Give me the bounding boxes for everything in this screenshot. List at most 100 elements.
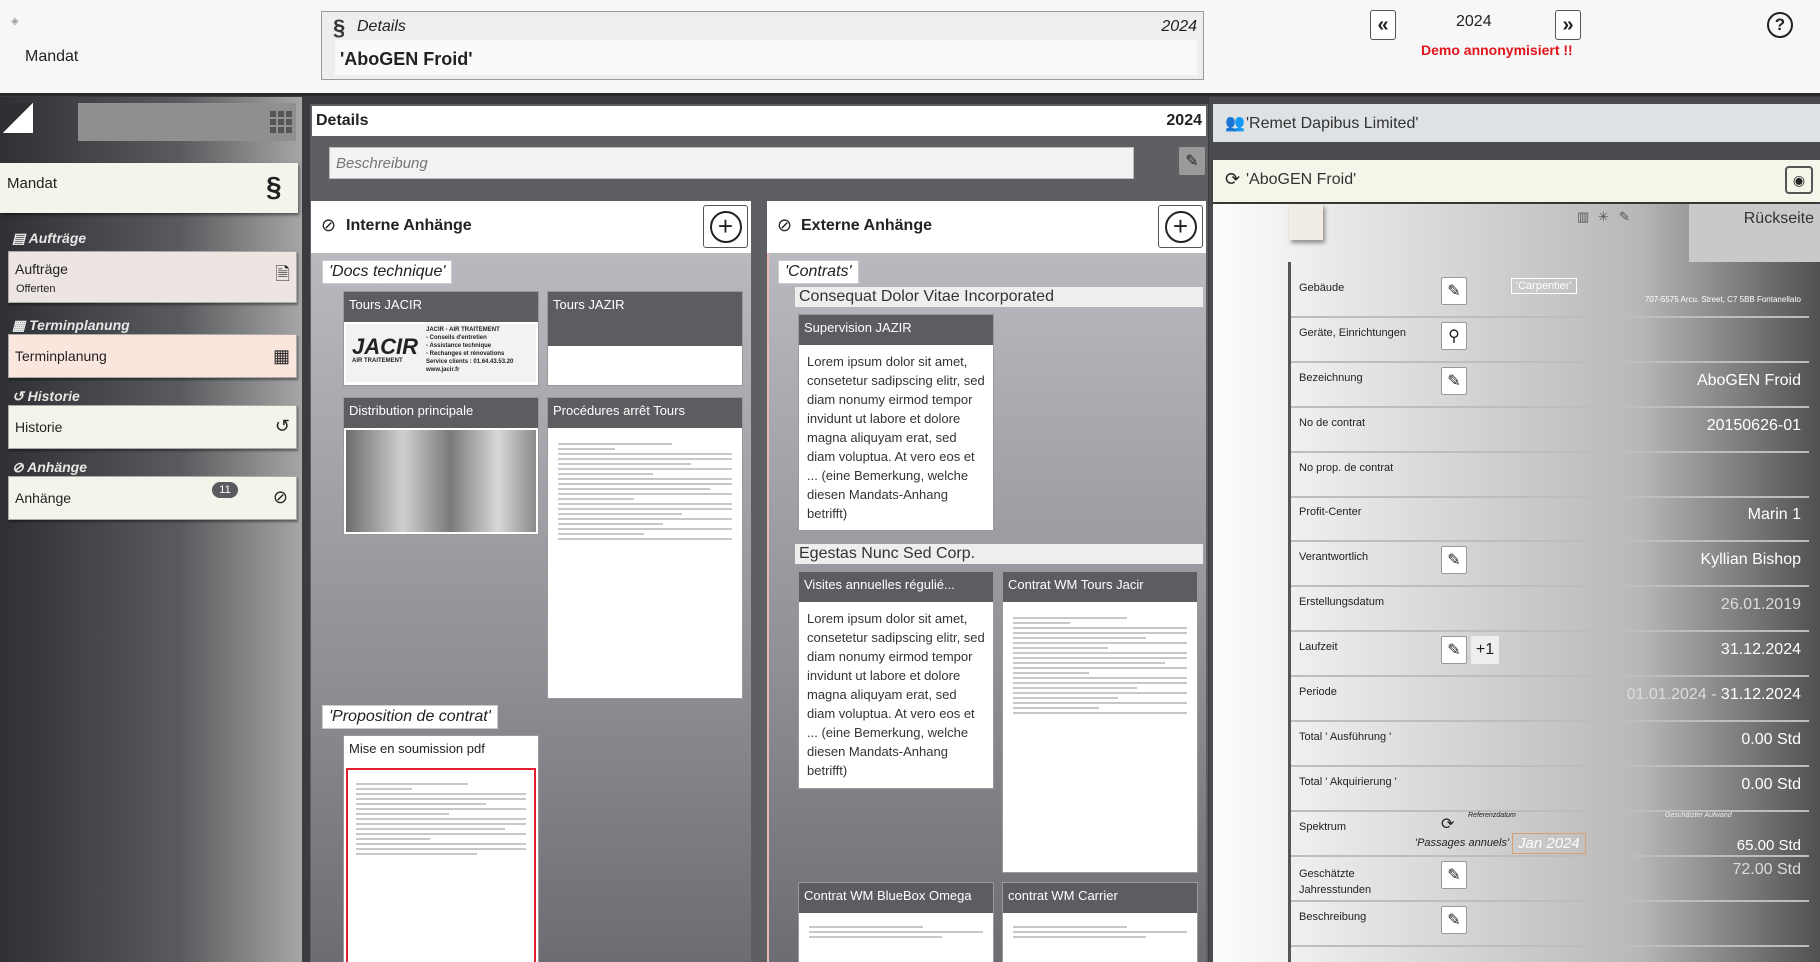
client-bar[interactable]: 👥 'Remet Dapibus Limited' — [1213, 104, 1820, 142]
network-icon[interactable]: ✳ — [1598, 209, 1609, 225]
rueckseite-tab[interactable]: Rückseite — [1689, 204, 1820, 262]
paperclip-icon: ⊘ — [12, 459, 24, 475]
field-value: 0.00 Std — [1741, 776, 1801, 793]
rueckseite-label: Rückseite — [1743, 210, 1814, 227]
collapse-toggle-icon[interactable] — [3, 103, 33, 133]
attachment-card[interactable]: Contrat WM BlueBox Omega — [798, 882, 994, 962]
external-attachments-title: Externe Anhänge — [801, 217, 932, 234]
attachment-note: Lorem ipsum dolor sit amet, consetetur s… — [807, 611, 985, 778]
field-label: Total ' Ausführung ' — [1299, 731, 1392, 743]
attachment-card-title: Supervision JAZIR — [799, 315, 993, 345]
field-row: Gebäude ✎ 'Carpentier' 707-5575 Arcu. Stree… — [1291, 273, 1809, 318]
edit-button[interactable]: ✎ — [1441, 906, 1467, 934]
edit-button[interactable]: ✎ — [1441, 546, 1467, 574]
field-value: 65.00 Std — [1736, 837, 1801, 854]
field-label: Verantwortlich — [1299, 551, 1369, 563]
sidebar-item-auftraege[interactable]: Aufträge Offerten 🗎 — [8, 251, 297, 303]
attachment-card[interactable]: Contrat WM Tours Jacir — [1002, 571, 1198, 873]
pencil-icon: ✎ — [1447, 912, 1461, 929]
paperclip-icon: ⊘ — [272, 487, 288, 507]
thumbnail-text: Service clients : 01.64.43.53.20 — [426, 359, 514, 365]
field-value: Kyllian Bishop — [1700, 551, 1802, 568]
sidebar-search-box[interactable] — [78, 103, 296, 141]
sidebar-item-anhaenge[interactable]: Anhänge 11 ⊘ — [8, 476, 297, 520]
top-header: ◈ Mandat § Details 2024 'AboGEN Froid' «… — [0, 0, 1820, 96]
attachment-card[interactable]: Tours JACIR JACIR AIR TRAITEMENT JACIR -… — [343, 291, 539, 386]
pin-button[interactable]: ⚲ — [1441, 322, 1467, 350]
details-title: Details — [316, 112, 369, 129]
pencil-icon: ✎ — [1447, 283, 1461, 300]
group-label: 'Contrats' — [778, 260, 859, 284]
details-title-bar: Details 2024 — [312, 106, 1206, 136]
prev-year-button[interactable]: « — [1370, 10, 1396, 40]
client-name: 'Remet Dapibus Limited' — [1246, 115, 1419, 132]
edit-button[interactable]: ✎ — [1441, 636, 1467, 664]
group-label: 'Docs technique' — [322, 260, 453, 284]
building-tag[interactable]: 'Carpentier' — [1511, 278, 1577, 294]
grid-menu-icon[interactable] — [270, 111, 292, 133]
field-label: Gebäude — [1299, 282, 1345, 294]
attachment-card[interactable]: contrat WM Carrier — [1002, 882, 1198, 962]
paperclip-icon: ⊘ — [777, 215, 793, 235]
edit-button[interactable]: ✎ — [1441, 367, 1467, 395]
sidebar-heading-auftraege: ▤ Aufträge — [12, 230, 87, 246]
sidebar-item-historie[interactable]: Historie ↺ — [8, 405, 297, 449]
attachment-card-title: Visites annuelles régulié... — [799, 572, 993, 602]
refresh-icon[interactable]: ⟳ — [1441, 814, 1454, 834]
sidebar-item-terminplanung[interactable]: Terminplanung ▦ — [8, 334, 297, 378]
help-button[interactable]: ? — [1767, 12, 1793, 38]
attachment-card[interactable]: Visites annuelles régulié... Lorem ipsum… — [798, 571, 994, 789]
sidebar-mandat-item[interactable]: Mandat § — [0, 163, 298, 213]
details-header-title: Details — [357, 18, 406, 35]
spectrum-date[interactable]: Jan 2024 — [1512, 833, 1586, 854]
field-row: Erstellungsdatum 26.01.2019 — [1291, 587, 1809, 632]
attachment-card[interactable]: Distribution principale — [343, 397, 539, 535]
field-label: Erstellungsdatum — [1299, 596, 1384, 608]
page-flip-icon[interactable] — [1289, 204, 1323, 240]
attachment-card[interactable]: Mise en soumission pdf — [343, 735, 539, 962]
document-thumbnail — [1005, 604, 1195, 870]
attachment-card[interactable]: Procédures arrêt Tours — [547, 397, 743, 699]
field-row: Profit-Center Marin 1 — [1291, 497, 1809, 542]
pencil-icon: ✎ — [1185, 153, 1199, 170]
edit-description-button[interactable]: ✎ — [1179, 147, 1205, 175]
pencil-icon: ✎ — [1447, 642, 1461, 659]
sidebar-heading-historie: ↺ Historie — [12, 388, 80, 404]
internal-attachments-header: ⊘ Interne Anhänge + — [311, 201, 751, 253]
field-row: Verantwortlich ✎ Kyllian Bishop — [1291, 542, 1809, 587]
field-value: 0.00 Std — [1741, 731, 1801, 748]
fullscreen-icon[interactable]: ◉ — [1785, 166, 1813, 194]
document-thumbnail — [801, 915, 991, 959]
count-badge: 11 — [212, 482, 238, 498]
pin-icon[interactable]: ✎ — [1619, 209, 1630, 225]
field-label: Spektrum — [1299, 821, 1347, 833]
field-row: Geräte, Einrichtungen ⚲ — [1291, 318, 1809, 363]
company-label: Egestas Nunc Sed Corp. — [795, 544, 1203, 564]
edit-button[interactable]: ✎ — [1441, 277, 1467, 305]
attachment-card-title: contrat WM Carrier — [1003, 883, 1197, 913]
field-label: Profit-Center — [1299, 506, 1362, 518]
building-icon[interactable]: ▥ — [1577, 209, 1589, 225]
field-label: Periode — [1299, 686, 1337, 698]
mandate-bar[interactable]: ⟳ 'AboGEN Froid' ◉ — [1213, 160, 1820, 202]
add-external-attachment-button[interactable]: + — [1158, 205, 1203, 248]
history-icon: ↺ — [274, 416, 290, 436]
field-row: Spektrum 65.00 Std ⟳ Referenzdatum Geschätzt… — [1291, 812, 1809, 857]
attachment-card-title: Mise en soumission pdf — [344, 736, 538, 766]
extend-button[interactable]: +1 — [1471, 636, 1499, 664]
attachment-card[interactable]: Supervision JAZIR Lorem ipsum dolor sit … — [798, 314, 994, 531]
edit-button[interactable]: ✎ — [1441, 861, 1467, 889]
period-separator: - — [1706, 686, 1721, 703]
description-input[interactable] — [329, 147, 1134, 179]
attachment-card[interactable]: Tours JAZIR — [547, 291, 743, 386]
document-icon: 🗎 — [275, 264, 290, 284]
document-icon: ▤ — [12, 230, 26, 246]
field-row: No de contrat 20150626-01 — [1291, 408, 1809, 453]
next-year-button[interactable]: » — [1555, 10, 1581, 40]
paperclip-icon: ⊘ — [321, 215, 337, 235]
attachment-card-title: Procédures arrêt Tours — [548, 398, 742, 428]
field-value: 26.01.2019 — [1720, 596, 1801, 613]
attachment-card-title: Tours JAZIR — [548, 292, 742, 346]
field-label: No prop. de contrat — [1299, 462, 1394, 474]
add-internal-attachment-button[interactable]: + — [703, 205, 748, 248]
